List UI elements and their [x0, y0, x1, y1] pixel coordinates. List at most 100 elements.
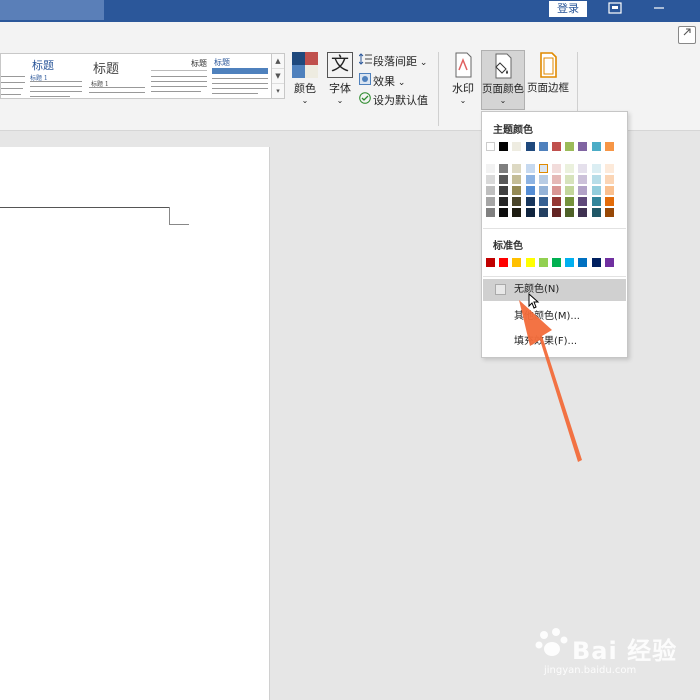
- standard-color-swatch[interactable]: [499, 258, 509, 267]
- standard-color-swatch[interactable]: [486, 258, 495, 267]
- ribbon-display-icon[interactable]: [607, 2, 623, 16]
- theme-color-swatch[interactable]: [525, 142, 535, 151]
- theme-shade-swatch[interactable]: [499, 164, 509, 173]
- theme-shade-swatch[interactable]: [538, 197, 548, 206]
- theme-shade-swatch[interactable]: [552, 197, 561, 206]
- theme-color-swatch[interactable]: [538, 142, 548, 151]
- theme-color-swatch[interactable]: [552, 142, 561, 151]
- style-thumbnail[interactable]: 标题 标题 1: [30, 56, 84, 98]
- style-thumbnail[interactable]: 标题 标题 1: [89, 56, 147, 98]
- theme-color-swatch[interactable]: [591, 142, 601, 151]
- style-thumbnail[interactable]: 标题: [212, 56, 270, 98]
- theme-shade-swatch[interactable]: [525, 164, 535, 173]
- theme-shade-swatch[interactable]: [604, 186, 614, 195]
- theme-shade-swatch[interactable]: [552, 164, 561, 173]
- theme-color-swatch[interactable]: [565, 142, 575, 151]
- standard-color-swatch[interactable]: [591, 258, 601, 267]
- theme-shade-swatch[interactable]: [538, 164, 548, 173]
- theme-color-swatch[interactable]: [604, 142, 614, 151]
- theme-shade-swatch[interactable]: [538, 208, 548, 217]
- theme-shade-swatch[interactable]: [578, 175, 588, 184]
- paragraph-spacing-button[interactable]: 段落间距 ⌄: [358, 53, 427, 69]
- standard-color-swatch[interactable]: [552, 258, 561, 267]
- theme-color-swatch[interactable]: [578, 142, 588, 151]
- theme-shade-swatch[interactable]: [565, 186, 575, 195]
- theme-shade-swatch[interactable]: [499, 186, 509, 195]
- standard-color-swatch[interactable]: [578, 258, 588, 267]
- theme-shade-swatch[interactable]: [604, 208, 614, 217]
- login-button[interactable]: 登录: [549, 1, 587, 17]
- style-thumbnail[interactable]: [1, 56, 27, 98]
- theme-color-swatch[interactable]: [512, 142, 522, 151]
- theme-shade-swatch[interactable]: [604, 197, 614, 206]
- gallery-more-icon[interactable]: ▾: [272, 84, 284, 98]
- gallery-scroll-down-icon[interactable]: ▼: [272, 69, 284, 84]
- theme-shade-swatch[interactable]: [512, 175, 522, 184]
- page-border-button[interactable]: 页面边框: [526, 52, 570, 95]
- theme-shade-swatch[interactable]: [486, 164, 495, 173]
- style-thumbnail[interactable]: 标题: [151, 56, 209, 98]
- theme-shade-swatch[interactable]: [578, 208, 588, 217]
- paw-logo-icon: [535, 628, 568, 656]
- standard-color-swatch[interactable]: [512, 258, 522, 267]
- theme-shade-swatch[interactable]: [604, 164, 614, 173]
- theme-shade-swatch[interactable]: [499, 175, 509, 184]
- theme-shade-swatch[interactable]: [565, 197, 575, 206]
- theme-shade-swatch[interactable]: [565, 208, 575, 217]
- theme-shade-swatch[interactable]: [486, 197, 495, 206]
- theme-shade-swatch[interactable]: [565, 164, 575, 173]
- ribbon-tab-row: [0, 22, 700, 46]
- theme-shade-swatch[interactable]: [525, 186, 535, 195]
- effects-label: 效果: [373, 75, 395, 88]
- theme-shade-swatch[interactable]: [499, 208, 509, 217]
- standard-color-swatch[interactable]: [525, 258, 535, 267]
- theme-shade-swatch[interactable]: [486, 175, 495, 184]
- colors-button[interactable]: 颜色 ⌄: [290, 52, 320, 105]
- theme-shade-swatch[interactable]: [525, 197, 535, 206]
- theme-shade-swatch[interactable]: [578, 197, 588, 206]
- minimize-icon[interactable]: [651, 2, 667, 16]
- theme-shade-swatch[interactable]: [565, 175, 575, 184]
- colors-icon: [292, 52, 318, 78]
- document-format-gallery[interactable]: 标题 标题 1 标题 标题 1 标题 标题: [0, 53, 272, 99]
- theme-shade-swatch[interactable]: [486, 186, 495, 195]
- standard-color-swatch[interactable]: [604, 258, 614, 267]
- theme-shade-swatch[interactable]: [486, 208, 495, 217]
- no-color-item[interactable]: 无颜色(N): [483, 279, 626, 301]
- theme-shade-swatch[interactable]: [525, 175, 535, 184]
- theme-shade-swatch[interactable]: [512, 208, 522, 217]
- set-default-button[interactable]: 设为默认值: [359, 92, 428, 108]
- theme-shade-swatch[interactable]: [552, 186, 561, 195]
- gallery-scroll-up-icon[interactable]: ▲: [272, 54, 284, 69]
- effects-button[interactable]: 效果 ⌄: [359, 73, 405, 89]
- theme-shade-swatch[interactable]: [591, 208, 601, 217]
- watermark-button[interactable]: 水印 ⌄: [447, 52, 479, 105]
- theme-shade-swatch[interactable]: [604, 175, 614, 184]
- fonts-button[interactable]: 文 字体 ⌄: [325, 52, 355, 105]
- theme-color-swatch[interactable]: [486, 142, 495, 151]
- theme-shade-swatch[interactable]: [578, 186, 588, 195]
- theme-shade-swatch[interactable]: [591, 175, 601, 184]
- theme-shade-swatch[interactable]: [591, 186, 601, 195]
- gallery-scroll[interactable]: ▲ ▼ ▾: [271, 53, 285, 99]
- theme-shade-swatch[interactable]: [538, 186, 548, 195]
- share-icon[interactable]: [678, 26, 696, 44]
- theme-shade-swatch[interactable]: [552, 175, 561, 184]
- theme-color-swatch[interactable]: [499, 142, 509, 151]
- theme-shade-swatch[interactable]: [591, 197, 601, 206]
- more-colors-item[interactable]: 其他颜色(M)...: [483, 306, 626, 328]
- standard-color-swatch[interactable]: [538, 258, 548, 267]
- page-color-button[interactable]: 页面颜色 ⌄: [481, 50, 525, 110]
- theme-shade-swatch[interactable]: [525, 208, 535, 217]
- fill-effects-item[interactable]: 填充效果(F)...: [483, 331, 626, 353]
- document-page[interactable]: [0, 147, 270, 700]
- theme-shade-swatch[interactable]: [512, 197, 522, 206]
- theme-shade-swatch[interactable]: [552, 208, 561, 217]
- theme-shade-swatch[interactable]: [538, 175, 548, 184]
- theme-shade-swatch[interactable]: [499, 197, 509, 206]
- theme-shade-swatch[interactable]: [578, 164, 588, 173]
- theme-shade-swatch[interactable]: [512, 164, 522, 173]
- standard-color-swatch[interactable]: [565, 258, 575, 267]
- theme-shade-swatch[interactable]: [512, 186, 522, 195]
- theme-shade-swatch[interactable]: [591, 164, 601, 173]
